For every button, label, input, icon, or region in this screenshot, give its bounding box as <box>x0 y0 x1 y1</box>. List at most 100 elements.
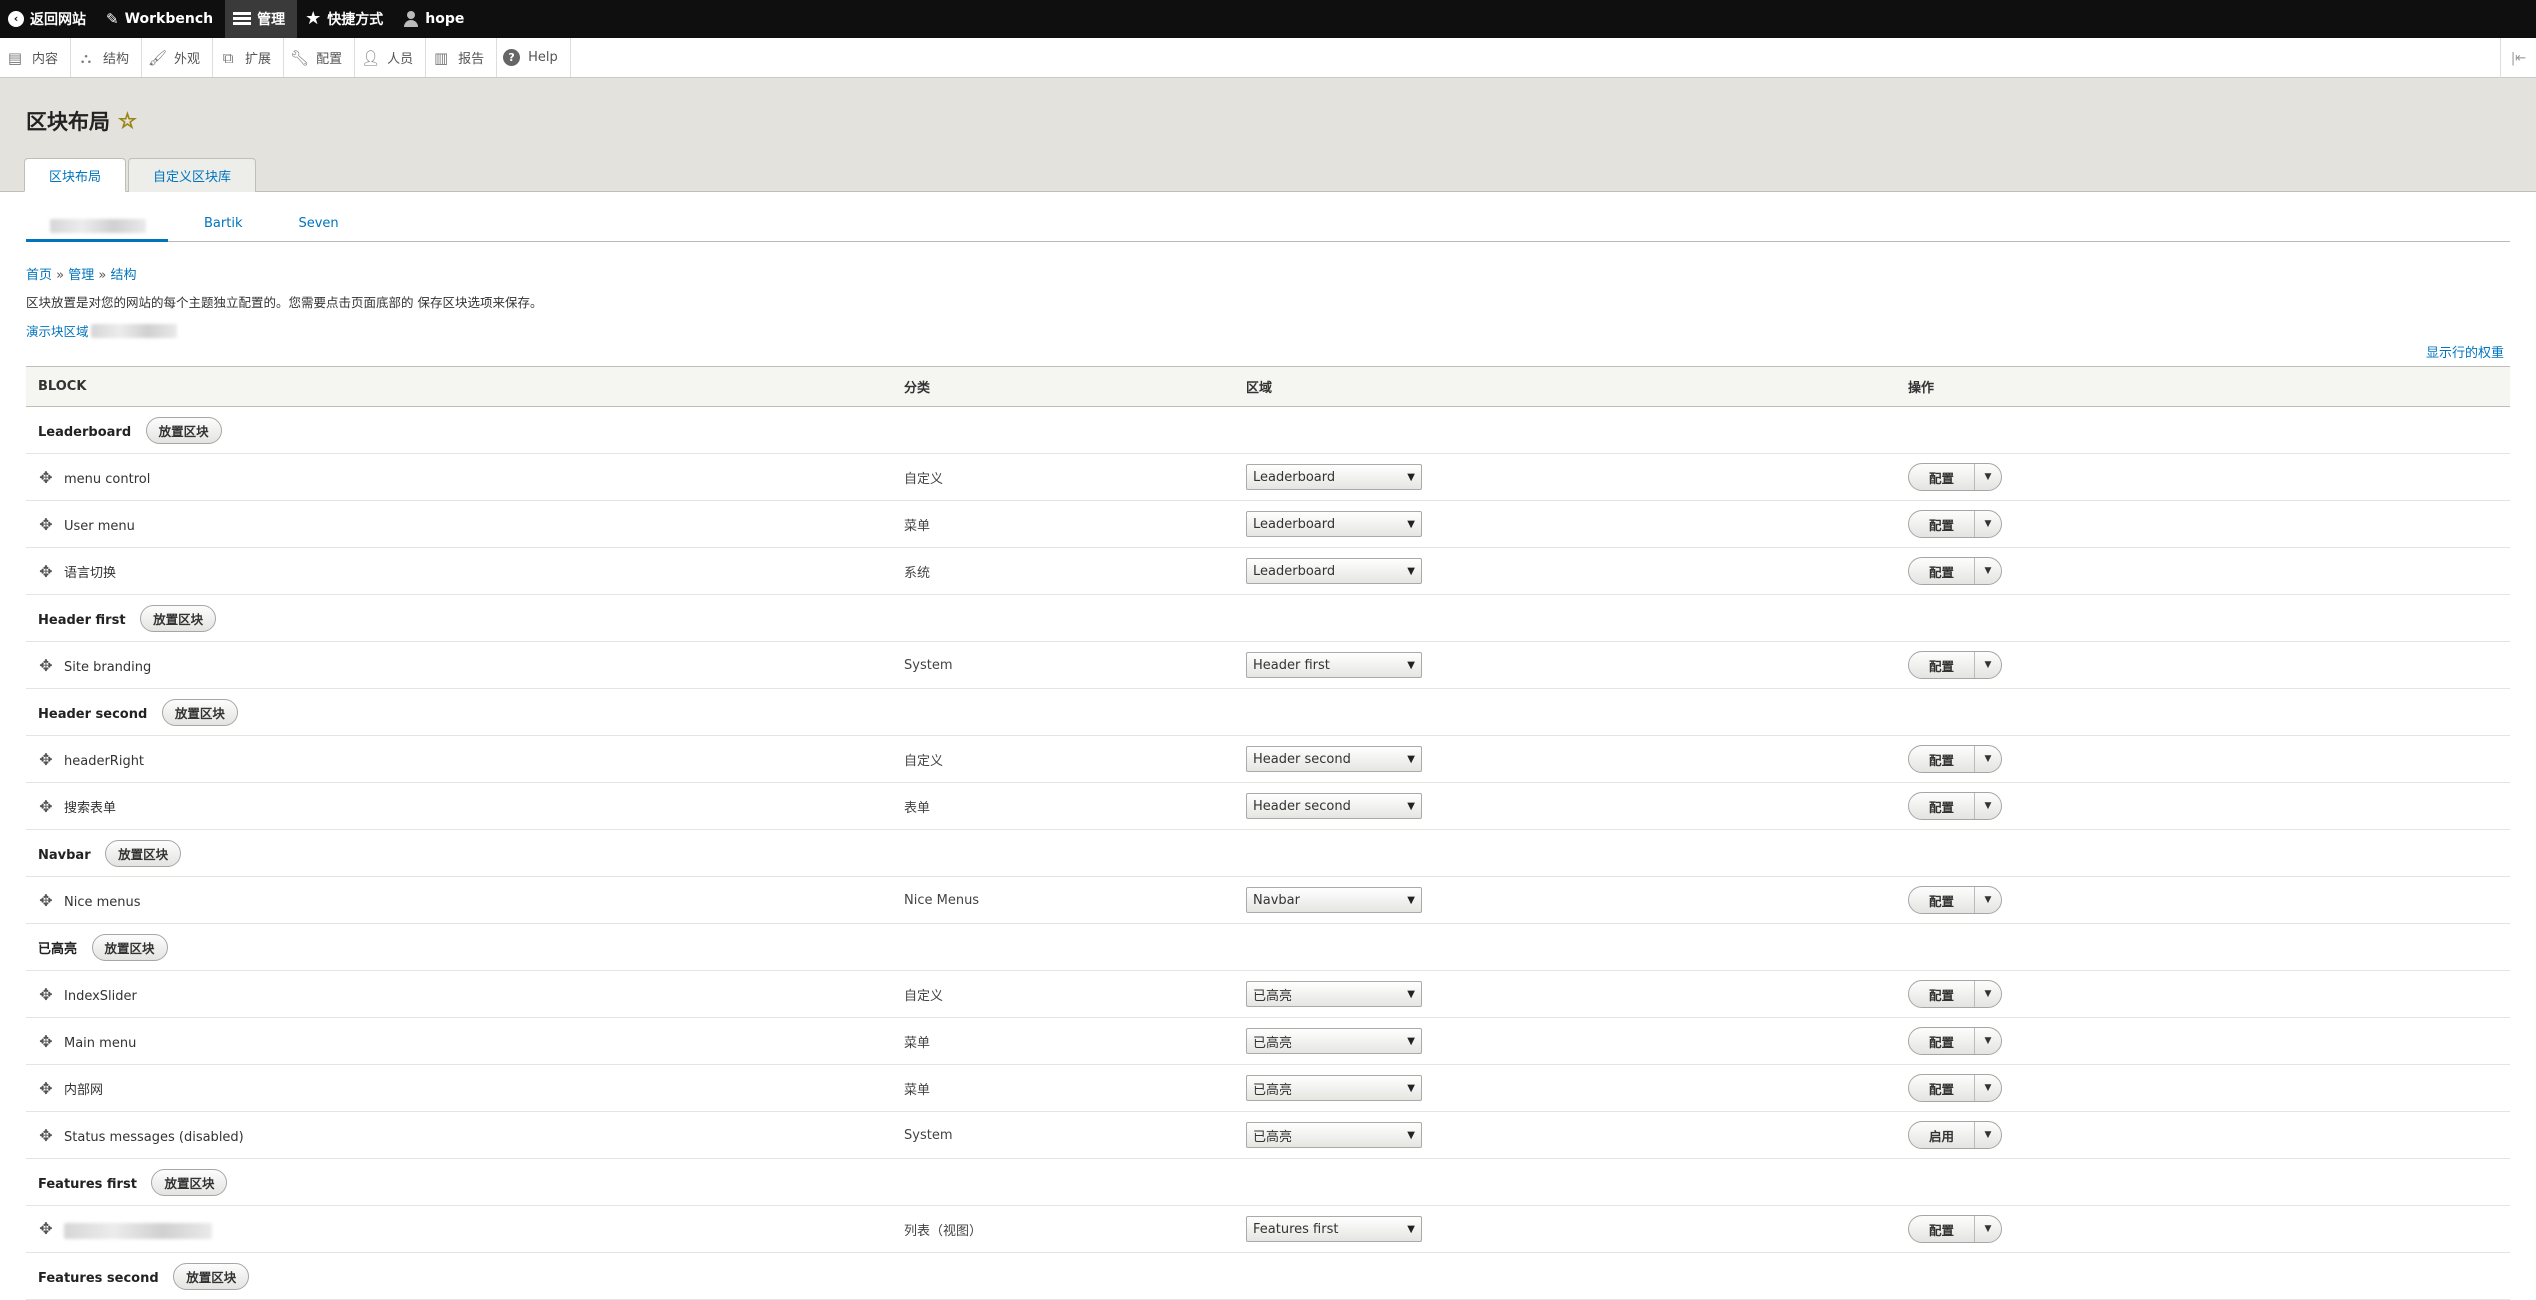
operation-button[interactable]: 配置 <box>1909 558 1976 584</box>
operations-cell: 配置 ▼ <box>1896 876 2510 924</box>
operation-button[interactable]: 配置 <box>1909 746 1976 772</box>
chevron-down-icon[interactable]: ▼ <box>1975 511 2001 537</box>
tab-custom-block-library[interactable]: 自定义区块库 <box>128 158 257 192</box>
chevron-down-icon[interactable]: ▼ <box>1975 1075 2001 1101</box>
region-row: 已高亮 放置区块 <box>26 923 2510 971</box>
user-tab[interactable]: hope <box>395 0 476 38</box>
operations-cell: 配置 ▼ <box>1896 641 2510 689</box>
tab-active-theme[interactable] <box>26 219 168 242</box>
tray-item-help[interactable]: ? Help <box>497 38 571 77</box>
operations-dropbutton: 配置 ▼ <box>1908 980 2003 1008</box>
chevron-down-icon[interactable]: ▼ <box>1975 981 2001 1007</box>
blocks-table-body: Leaderboard 放置区块 ✥ menu control 自定义 Leade… <box>26 406 2510 1300</box>
tray-item-content[interactable]: ▤ 内容 <box>0 38 72 77</box>
drag-handle-icon[interactable]: ✥ <box>38 891 54 910</box>
region-select[interactable]: 已高亮 ▼ <box>1246 981 1422 1007</box>
tray-item-config[interactable]: 🔧︎ 配置 <box>284 38 356 77</box>
drag-handle-icon[interactable]: ✥ <box>38 797 54 816</box>
tray-item-structure[interactable]: ⛬ 结构 <box>71 38 143 77</box>
drag-handle-icon[interactable]: ✥ <box>38 1079 54 1098</box>
region-select[interactable]: Header second ▼ <box>1246 746 1422 772</box>
drag-handle-icon[interactable]: ✥ <box>38 1219 54 1238</box>
operation-button[interactable]: 配置 <box>1909 981 1976 1007</box>
operation-button[interactable]: 配置 <box>1909 1075 1976 1101</box>
place-block-button[interactable]: 放置区块 <box>105 839 182 867</box>
chevron-down-icon[interactable]: ▼ <box>1975 793 2001 819</box>
help-icon: ? <box>503 49 521 66</box>
col-header-category: 分类 <box>904 381 931 396</box>
dropdown-arrow-icon: ▼ <box>1407 471 1415 483</box>
chevron-down-icon[interactable]: ▼ <box>1975 1122 2001 1148</box>
drag-handle-icon[interactable]: ✥ <box>38 1126 54 1145</box>
chevron-down-icon[interactable]: ▼ <box>1975 1216 2001 1242</box>
operation-button[interactable]: 配置 <box>1909 1216 1976 1242</box>
drag-handle-icon[interactable]: ✥ <box>38 656 54 675</box>
tray-item-appearance[interactable]: 🖌︎ 外观 <box>142 38 214 77</box>
region-select[interactable]: Leaderboard ▼ <box>1246 464 1422 490</box>
chevron-down-icon[interactable]: ▼ <box>1975 887 2001 913</box>
region-select[interactable]: Header first ▼ <box>1246 652 1422 678</box>
region-select[interactable]: 已高亮 ▼ <box>1246 1075 1422 1101</box>
table-row: ✥ Nice menus Nice Menus Navbar ▼ 配置 ▼ <box>26 876 2510 924</box>
drag-handle-icon[interactable]: ✥ <box>38 468 54 487</box>
operation-button[interactable]: 配置 <box>1909 652 1976 678</box>
place-block-button[interactable]: 放置区块 <box>151 1168 228 1196</box>
demo-regions-link[interactable]: 演示块区域 <box>26 321 2510 340</box>
region-select[interactable]: Leaderboard ▼ <box>1246 558 1422 584</box>
place-block-button[interactable]: 放置区块 <box>140 604 217 632</box>
block-cell: ✥ Status messages (disabled) <box>26 1111 892 1159</box>
tab-block-layout[interactable]: 区块布局 <box>24 158 127 192</box>
chevron-down-icon[interactable]: ▼ <box>1975 558 2001 584</box>
chevron-down-icon[interactable]: ▼ <box>1975 464 2001 490</box>
region-select[interactable]: 已高亮 ▼ <box>1246 1122 1422 1148</box>
drag-handle-icon[interactable]: ✥ <box>38 985 54 1004</box>
tab-theme-seven[interactable]: Seven <box>270 216 366 241</box>
workbench-link[interactable]: ✎ Workbench <box>98 0 225 38</box>
operation-button[interactable]: 配置 <box>1909 511 1976 537</box>
region-select[interactable]: 已高亮 ▼ <box>1246 1028 1422 1054</box>
place-block-button[interactable]: 放置区块 <box>145 416 222 444</box>
tab-theme-bartik[interactable]: Bartik <box>176 216 270 241</box>
operations-cell: 启用 ▼ <box>1896 1111 2510 1159</box>
place-block-button[interactable]: 放置区块 <box>161 698 238 726</box>
table-row: ✥ menu control 自定义 Leaderboard ▼ 配置 ▼ <box>26 453 2510 501</box>
chevron-down-icon[interactable]: ▼ <box>1975 652 2001 678</box>
chevron-down-icon[interactable]: ▼ <box>1975 1028 2001 1054</box>
back-to-site-link[interactable]: ‹ 返回网站 <box>0 0 98 38</box>
chevron-down-icon[interactable]: ▼ <box>1975 746 2001 772</box>
operation-button[interactable]: 配置 <box>1909 464 1976 490</box>
region-select[interactable]: Navbar ▼ <box>1246 887 1422 913</box>
breadcrumb-home[interactable]: 首页 <box>26 268 52 283</box>
operation-button[interactable]: 配置 <box>1909 1028 1976 1054</box>
tray-orientation-toggle[interactable]: |⇤ <box>2500 38 2536 78</box>
table-row: ✥ headerRight 自定义 Header second ▼ 配置 ▼ <box>26 735 2510 783</box>
place-block-button[interactable]: 放置区块 <box>173 1262 250 1290</box>
region-select[interactable]: Features first ▼ <box>1246 1216 1422 1242</box>
operations-cell: 配置 ▼ <box>1896 547 2510 595</box>
breadcrumb-admin[interactable]: 管理 <box>68 268 94 283</box>
block-name: IndexSlider <box>64 988 137 1004</box>
breadcrumb-structure[interactable]: 结构 <box>111 268 137 283</box>
manage-tab[interactable]: 管理 <box>225 0 298 38</box>
place-block-button[interactable]: 放置区块 <box>91 933 168 961</box>
drag-handle-icon[interactable]: ✥ <box>38 750 54 769</box>
redacted-theme-name <box>50 219 146 233</box>
page-title: 区块布局 ☆ <box>26 106 137 136</box>
region-select[interactable]: Header second ▼ <box>1246 793 1422 819</box>
drag-handle-icon[interactable]: ✥ <box>38 1032 54 1051</box>
drag-handle-icon[interactable]: ✥ <box>38 515 54 534</box>
region-row: Header second 放置区块 <box>26 688 2510 736</box>
operation-button[interactable]: 配置 <box>1909 887 1976 913</box>
drag-handle-icon[interactable]: ✥ <box>38 562 54 581</box>
tray-item-people[interactable]: 👤︎ 人员 <box>355 38 427 77</box>
shortcuts-tab[interactable]: ★ 快捷方式 <box>297 0 395 38</box>
region-select[interactable]: Leaderboard ▼ <box>1246 511 1422 537</box>
operation-button[interactable]: 配置 <box>1909 793 1976 819</box>
block-cell: ✥ Nice menus <box>26 876 892 924</box>
tray-item-extend[interactable]: ⧉ 扩展 <box>213 38 285 77</box>
show-row-weights-link[interactable]: 显示行的权重 <box>2426 342 2504 361</box>
operations-cell: 配置 ▼ <box>1896 782 2510 830</box>
operation-button[interactable]: 启用 <box>1909 1122 1976 1148</box>
shortcut-star-icon[interactable]: ☆ <box>118 109 138 134</box>
tray-item-reports[interactable]: ▥ 报告 <box>426 38 498 77</box>
